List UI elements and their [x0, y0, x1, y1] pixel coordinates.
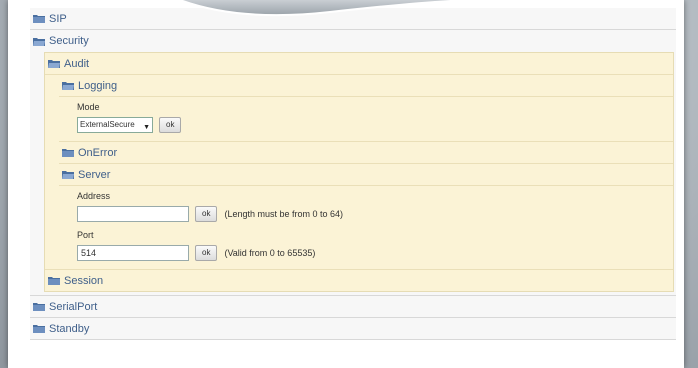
tree-item-serialport[interactable]: SerialPort: [30, 296, 676, 318]
audit-section: Audit Logging Mode ExternalSecure ▼ ok O…: [44, 52, 674, 292]
tree-item-label: SIP: [49, 12, 67, 25]
settings-tree: SIP Security Audit Logging Mode External…: [30, 8, 676, 340]
port-field: Port 514 ok (Valid from 0 to 65535): [77, 225, 673, 264]
address-label: Address: [77, 191, 111, 201]
tree-item-audit[interactable]: Audit: [45, 53, 673, 75]
port-label: Port: [77, 230, 94, 240]
folder-icon: [33, 302, 45, 311]
tree-item-onerror[interactable]: OnError: [59, 142, 673, 164]
folder-open-icon: [48, 59, 60, 68]
tree-item-label: Logging: [78, 79, 118, 92]
tree-item-security[interactable]: Security: [30, 30, 676, 52]
chevron-down-icon: ▼: [143, 124, 150, 131]
tree-item-label: Server: [78, 168, 111, 181]
folder-open-icon: [62, 81, 74, 90]
tree-item-session[interactable]: Session: [45, 269, 673, 291]
tree-item-server[interactable]: Server: [59, 164, 673, 186]
port-hint: (Valid from 0 to 65535): [224, 248, 316, 258]
address-input[interactable]: [77, 206, 189, 222]
folder-open-icon: [33, 37, 45, 46]
tree-item-standby[interactable]: Standby: [30, 318, 676, 340]
tree-item-label: Audit: [64, 57, 90, 70]
folder-open-icon: [62, 170, 74, 179]
port-ok-button[interactable]: ok: [195, 245, 218, 261]
tree-item-sip[interactable]: SIP: [30, 8, 676, 30]
mode-select-value: ExternalSecure: [80, 120, 135, 129]
tree-item-label: SerialPort: [49, 300, 98, 313]
folder-icon: [62, 148, 74, 157]
mode-select[interactable]: ExternalSecure ▼: [77, 117, 153, 133]
port-input[interactable]: 514: [77, 245, 189, 261]
mode-field: Mode ExternalSecure ▼ ok: [77, 97, 673, 136]
tree-item-label: Security: [49, 35, 89, 47]
security-section: Security Audit Logging Mode ExternalSecu…: [30, 30, 676, 296]
folder-icon: [33, 14, 45, 23]
tree-item-logging[interactable]: Logging: [59, 75, 673, 97]
mode-ok-button[interactable]: ok: [159, 117, 182, 133]
tree-item-label: OnError: [78, 146, 118, 159]
address-hint: (Length must be from 0 to 64): [224, 209, 344, 219]
audit-children: Logging Mode ExternalSecure ▼ ok OnError…: [59, 75, 673, 269]
tree-item-label: Session: [64, 274, 104, 287]
folder-icon: [33, 324, 45, 333]
folder-icon: [48, 276, 60, 285]
mode-label: Mode: [77, 102, 100, 112]
address-ok-button[interactable]: ok: [195, 206, 218, 222]
address-field: Address ok (Length must be from 0 to 64): [77, 186, 673, 225]
page-sheet: SIP Security Audit Logging Mode External…: [8, 0, 684, 368]
tree-item-label: Standby: [49, 322, 90, 335]
